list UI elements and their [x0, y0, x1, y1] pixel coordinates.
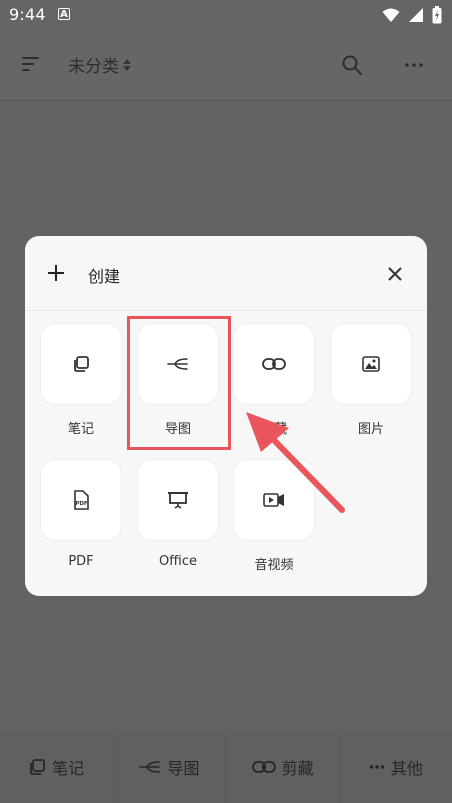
mindmap-icon [139, 761, 161, 773]
pdf-label: PDF [68, 554, 94, 569]
bottom-note-button[interactable]: 笔记 [0, 731, 114, 803]
media-icon [263, 493, 284, 507]
bottom-bar: 笔记 导图 剪藏 其他 [0, 731, 452, 803]
dialog-title: 创建 [88, 267, 121, 286]
bottom-other-button[interactable]: 其他 [340, 731, 452, 803]
wifi-icon [382, 8, 400, 22]
note-label: 笔记 [67, 422, 94, 437]
menu-icon[interactable] [22, 56, 40, 72]
bottom-clip-button[interactable]: 剪藏 [227, 731, 340, 803]
status-indicators [382, 6, 442, 24]
image-icon [362, 356, 380, 372]
status-time: 9:44 [9, 5, 46, 24]
bottom-clip-label: 剪藏 [281, 759, 314, 778]
bottom-mindmap-label: 导图 [167, 759, 200, 778]
page-title: 未分类 [68, 57, 119, 77]
search-icon[interactable] [342, 55, 362, 75]
svg-text:PDF: PDF [75, 501, 88, 507]
create-clip-button[interactable] [234, 324, 314, 404]
more-icon[interactable] [404, 62, 424, 68]
close-icon[interactable] [387, 266, 403, 282]
office-label: Office [159, 554, 197, 569]
dialog-header: 创建 [25, 236, 427, 311]
create-office-button[interactable] [138, 460, 218, 540]
plus-icon [48, 265, 64, 281]
highlight-box [127, 316, 231, 450]
create-pdf-button[interactable]: PDF [41, 460, 121, 540]
more-icon [369, 765, 385, 769]
create-note-button[interactable] [41, 324, 121, 404]
status-bar: 9:44 A [0, 0, 452, 32]
category-selector[interactable]: 未分类 [68, 52, 132, 77]
signal-icon [409, 8, 423, 22]
link-icon [262, 358, 286, 370]
note-icon [30, 759, 46, 775]
image-label: 图片 [357, 422, 384, 437]
clip-label: 剪藏 [260, 422, 287, 437]
notification-app-icon: A [58, 8, 70, 20]
presentation-icon [168, 492, 188, 509]
pdf-icon: PDF [74, 490, 89, 510]
app-bar: 未分类 [0, 32, 452, 101]
bottom-mindmap-button[interactable]: 导图 [113, 731, 227, 803]
sort-arrows-icon [123, 58, 131, 71]
create-image-button[interactable] [331, 324, 411, 404]
note-icon [74, 356, 89, 372]
bottom-other-label: 其他 [390, 759, 423, 778]
media-label: 音视频 [254, 558, 294, 573]
link-icon [251, 761, 276, 773]
bottom-note-label: 笔记 [52, 759, 85, 778]
create-media-button[interactable] [234, 460, 314, 540]
battery-charging-icon [432, 6, 442, 24]
